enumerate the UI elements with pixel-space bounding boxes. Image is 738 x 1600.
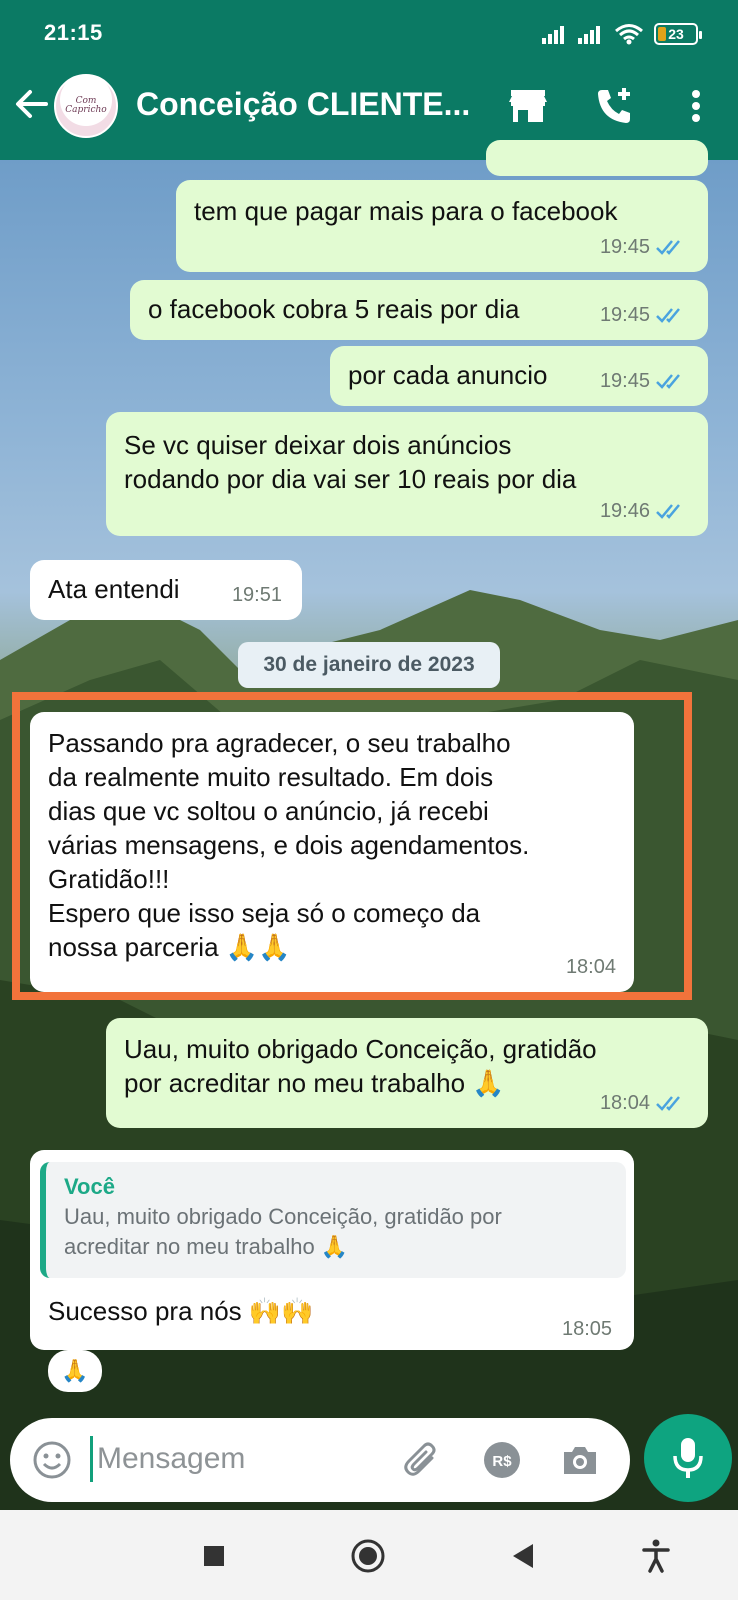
home-circle-icon [351, 1539, 385, 1573]
message-bubble-out[interactable]: Uau, muito obrigado Conceição, gratidão … [106, 1018, 708, 1128]
paperclip-icon [404, 1442, 436, 1476]
message-reaction[interactable]: 🙏 [48, 1350, 102, 1392]
message-time: 19:45 [599, 370, 650, 392]
message-text: Passando pra agradecer, o seu trabalho d… [48, 728, 530, 962]
battery-icon: 23 [654, 23, 702, 45]
date-divider: 30 de janeiro de 2023 [238, 642, 500, 688]
avatar[interactable]: Com Capricho [54, 74, 118, 138]
home-button[interactable] [346, 1534, 390, 1578]
message-time: 19:51 [231, 584, 282, 606]
wifi-icon [615, 24, 643, 45]
message-composer: R$ [10, 1418, 630, 1502]
message-time: 19:45 [599, 304, 650, 326]
message-meta: 18:04 [600, 1086, 686, 1120]
system-nav-bar [0, 1510, 738, 1600]
status-time: 21:15 [44, 20, 103, 45]
accessibility-button[interactable] [634, 1534, 678, 1578]
chat-title[interactable]: Conceição CLIENTE... [136, 86, 476, 123]
battery-level: 23 [668, 26, 684, 42]
camera-icon [564, 1447, 596, 1474]
add-call-icon [598, 88, 630, 123]
double-check-icon [656, 374, 680, 389]
top-bar: 21:15 23 Com Capricho Conceição CLIENTE.… [0, 0, 738, 160]
message-time: 18:04 [599, 1092, 650, 1114]
message-meta: 19:45 [600, 298, 686, 332]
message-meta: 18:04 [566, 950, 616, 984]
reaction-emoji: 🙏 [61, 1358, 89, 1383]
emoji-button[interactable] [30, 1438, 74, 1482]
message-time: 19:45 [599, 236, 650, 258]
message-time: 19:46 [599, 500, 650, 522]
more-vert-icon [692, 90, 700, 122]
avatar-logo-text: Com Capricho [65, 96, 107, 115]
reply-text-container: Sucesso pra nós 🙌🙌 [30, 1288, 550, 1338]
signal-icon [542, 26, 564, 44]
attach-button[interactable] [400, 1438, 444, 1482]
back-nav-button[interactable] [500, 1534, 544, 1578]
message-meta: 19:51 [232, 578, 282, 612]
message-input[interactable] [90, 1436, 390, 1482]
add-call-button[interactable] [592, 84, 636, 128]
payment-icon: R$ [484, 1442, 520, 1478]
message-time: 18:04 [565, 956, 616, 978]
double-check-icon [656, 240, 680, 255]
message-bubble-in[interactable]: Ata entendi 19:51 [30, 560, 302, 620]
message-time: 18:05 [562, 1318, 613, 1340]
message-bubble-out[interactable]: o facebook cobra 5 reais por dia 19:45 [130, 280, 708, 340]
svg-text:R$: R$ [492, 1453, 512, 1470]
double-check-icon [656, 308, 680, 323]
double-check-icon [656, 504, 680, 519]
message-text: Sucesso pra nós 🙌🙌 [48, 1296, 314, 1326]
quote-author: Você [64, 1174, 115, 1199]
voice-record-button[interactable] [644, 1414, 732, 1502]
square-icon [204, 1546, 224, 1566]
store-button[interactable] [506, 84, 550, 128]
camera-button[interactable] [558, 1438, 602, 1482]
back-button[interactable] [10, 82, 54, 126]
message-text: Se vc quiser deixar dois anúncios rodand… [124, 430, 577, 494]
message-bubble-in[interactable]: Passando pra agradecer, o seu trabalho d… [30, 712, 634, 992]
quoted-message[interactable]: Você Uau, muito obrigado Conceição, grat… [40, 1162, 626, 1278]
message-meta: 19:46 [600, 494, 686, 528]
payment-button[interactable]: R$ [480, 1438, 524, 1482]
accessibility-icon [642, 1539, 670, 1573]
double-check-icon [656, 1096, 680, 1111]
back-arrow-icon [16, 90, 48, 118]
recents-button[interactable] [192, 1534, 236, 1578]
status-bar: 21:15 23 [0, 0, 738, 66]
more-options-button[interactable] [674, 84, 718, 128]
quote-text: Uau, muito obrigado Conceição, gratidão … [64, 1204, 502, 1259]
signal-icon-2 [578, 26, 600, 44]
triangle-back-icon [513, 1544, 533, 1568]
message-bubble-partial[interactable] [486, 140, 708, 176]
emoji-icon [33, 1441, 71, 1479]
store-icon [509, 90, 547, 122]
message-bubble-out[interactable]: Se vc quiser deixar dois anúncios rodand… [106, 412, 708, 536]
message-text: tem que pagar mais para o facebook [194, 196, 618, 226]
status-icons: 23 [542, 20, 702, 48]
message-bubble-out[interactable]: tem que pagar mais para o facebook 19:45 [176, 180, 708, 272]
message-meta: 19:45 [600, 230, 686, 264]
message-meta: 18:05 [562, 1318, 612, 1341]
microphone-icon [673, 1438, 703, 1478]
message-bubble-out[interactable]: por cada anuncio 19:45 [330, 346, 708, 406]
message-meta: 19:45 [600, 364, 686, 398]
